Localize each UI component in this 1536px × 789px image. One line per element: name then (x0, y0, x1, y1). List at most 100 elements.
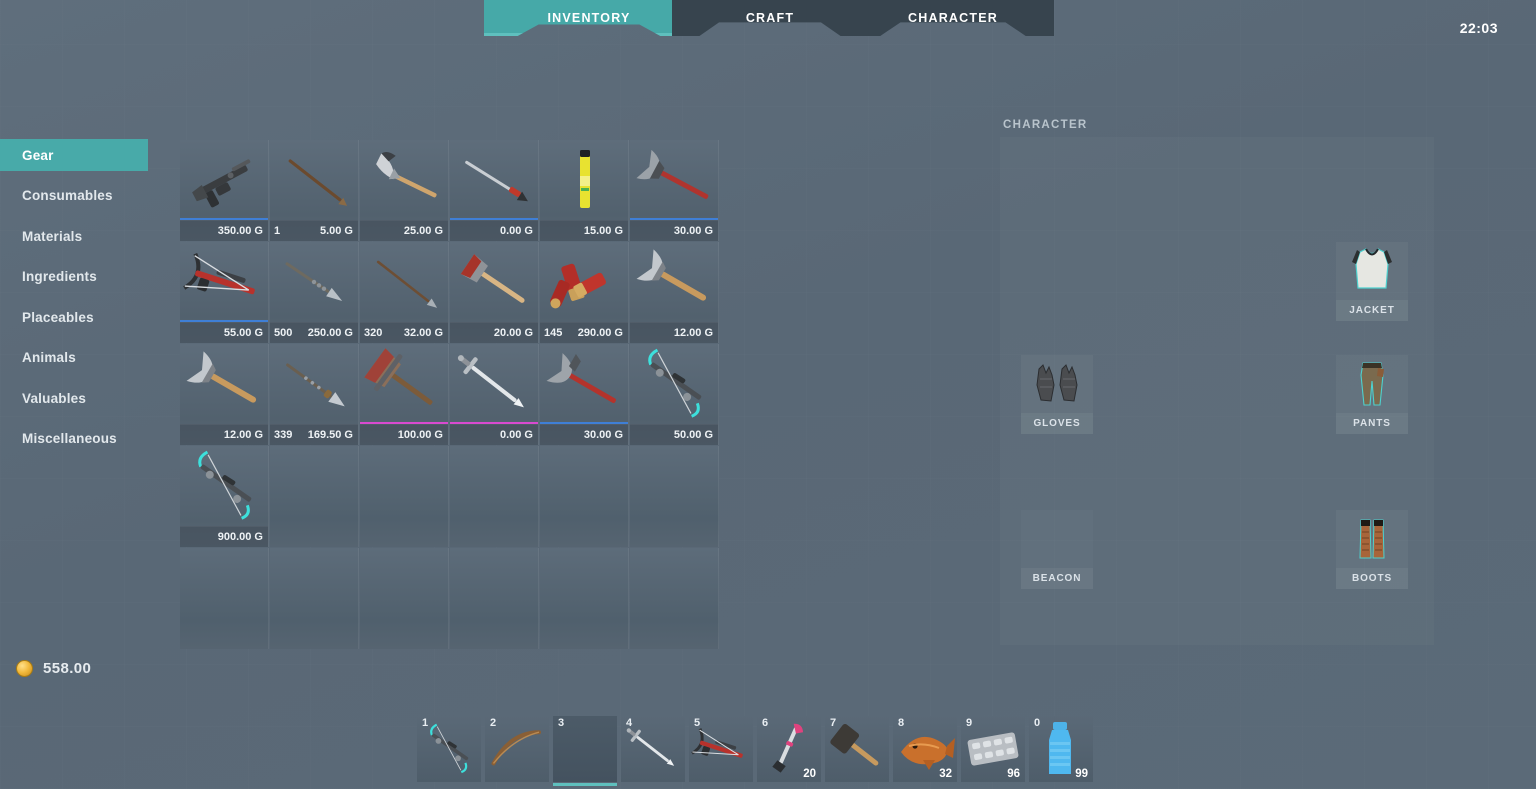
item-price: 169.50 G (307, 429, 353, 441)
inventory-slot-footer: 25.00 G (360, 220, 448, 241)
inventory-slot-filled[interactable]: 30.00 G (630, 140, 719, 241)
equipment-slot-boots[interactable]: BOOTS (1336, 510, 1408, 589)
hotbar-slot-count: 20 (803, 768, 816, 780)
equipment-slot-beacon[interactable]: BEACON (1021, 510, 1093, 589)
hotbar-slot-count: 32 (939, 768, 952, 780)
inventory-slot-empty[interactable] (450, 548, 539, 649)
sidebar-item-valuables[interactable]: Valuables (0, 382, 148, 414)
item-quantity: 500 (274, 327, 293, 339)
hotbar-slot-3[interactable]: 3 (553, 716, 617, 786)
inventory-slot-filled[interactable]: 12.00 G (630, 242, 719, 343)
assault-rifle-icon (180, 140, 268, 220)
inventory-slot-empty[interactable] (540, 446, 629, 547)
sidebar-item-placeables[interactable]: Placeables (0, 301, 148, 333)
wood-axe-icon (180, 344, 268, 424)
tab-craft[interactable]: CRAFT (672, 0, 868, 36)
inventory-slot-filled[interactable]: 900.00 G (180, 446, 269, 547)
hotbar-slot-number: 0 (1034, 717, 1041, 729)
tab-inventory[interactable]: INVENTORY (484, 0, 694, 36)
crossbow-icon (180, 242, 268, 322)
currency-display: 558.00 (16, 660, 91, 677)
sidebar-item-label: Ingredients (22, 269, 97, 284)
sidebar-item-miscellaneous[interactable]: Miscellaneous (0, 423, 148, 455)
inventory-slot-filled[interactable]: 15.00 G (270, 140, 359, 241)
inventory-slot-empty[interactable] (270, 446, 359, 547)
sidebar-item-consumables[interactable]: Consumables (0, 180, 148, 212)
shotgun-shells-icon (540, 242, 628, 322)
hotbar-slot-8[interactable]: 8 32 (893, 716, 957, 782)
inventory-slot-filled[interactable]: 0.00 G (450, 344, 539, 445)
hotbar-selection-indicator (553, 783, 617, 786)
metal-spear-icon (450, 140, 538, 220)
inventory-slot-filled[interactable]: 30.00 G (540, 344, 629, 445)
tab-inventory-label: INVENTORY (547, 11, 631, 25)
item-price: 25.00 G (403, 225, 443, 237)
inventory-slot-filled[interactable]: 50.00 G (630, 344, 719, 445)
inventory-slot-filled[interactable]: 55.00 G (180, 242, 269, 343)
sidebar-item-gear[interactable]: Gear (0, 139, 148, 171)
inventory-slot-footer: 320 32.00 G (360, 322, 448, 343)
inventory-slot-filled[interactable]: 500 250.00 G (270, 242, 359, 343)
hotbar-slot-number: 3 (558, 717, 565, 729)
character-panel: HLT100STA100HUN59THR54DEF40 (1000, 137, 1434, 645)
inventory-slot-empty[interactable] (630, 548, 719, 649)
sidebar-item-ingredients[interactable]: Ingredients (0, 261, 148, 293)
hotbar-slot-7[interactable]: 7 (825, 716, 889, 782)
hotbar-slot-1[interactable]: 1 (417, 716, 481, 782)
item-price: 12.00 G (223, 429, 263, 441)
sidebar-item-materials[interactable]: Materials (0, 220, 148, 252)
category-sidebar: Gear Consumables Materials Ingredients Place… (0, 139, 148, 463)
inventory-slot-empty[interactable] (450, 446, 539, 547)
drill-spear-icon (270, 242, 358, 322)
inventory-slot-filled[interactable]: 350.00 G (180, 140, 269, 241)
inventory-slot-footer: 500 250.00 G (270, 322, 358, 343)
hotbar-slot-number: 9 (966, 717, 973, 729)
inventory-slot-filled[interactable]: 320 32.00 G (360, 242, 449, 343)
inventory-slot-filled[interactable]: 15.00 G (540, 140, 629, 241)
compound-bow-icon (180, 446, 268, 526)
item-price: 15.00 G (583, 225, 623, 237)
inventory-slot-filled[interactable]: 0.00 G (450, 140, 539, 241)
sidebar-item-label: Placeables (22, 309, 94, 325)
hotbar-slot-2[interactable]: 2 (485, 716, 549, 782)
equipment-slot-pants[interactable]: PANTS (1336, 355, 1408, 434)
inventory-slot-footer: 20.00 G (450, 322, 538, 343)
inventory-slot-filled[interactable]: 145 290.00 G (540, 242, 629, 343)
inventory-slot-empty[interactable] (540, 548, 629, 649)
item-quantity: 320 (364, 327, 383, 339)
inventory-slot-footer: 0.00 G (450, 424, 538, 445)
inventory-slot-footer: 12.00 G (630, 322, 718, 343)
sidebar-item-label: Valuables (22, 390, 87, 406)
inventory-slot-filled[interactable]: 20.00 G (450, 242, 539, 343)
inventory-slot-filled[interactable]: 25.00 G (360, 140, 449, 241)
tab-character[interactable]: CHARACTER (852, 0, 1054, 36)
inventory-slot-empty[interactable] (360, 548, 449, 649)
sidebar-item-animals[interactable]: Animals (0, 342, 148, 374)
equipment-slot-gloves[interactable]: GLOVES (1021, 355, 1093, 434)
hotbar-slot-9[interactable]: 9 96 (961, 716, 1025, 782)
inventory-slot-footer: 50.00 G (630, 424, 718, 445)
inventory-slot-filled[interactable]: 12.00 G (180, 344, 269, 445)
inventory-slot-empty[interactable] (360, 446, 449, 547)
inventory-slot-filled[interactable]: 339 169.50 G (270, 344, 359, 445)
inventory-slot-empty[interactable] (630, 446, 719, 547)
item-quantity: 339 (274, 429, 293, 441)
inventory-slot-empty[interactable] (180, 548, 269, 649)
longsword-icon (450, 344, 538, 424)
hotbar-slot-5[interactable]: 5 (689, 716, 753, 782)
inventory-slot-footer: 1 5.00 G (270, 220, 358, 241)
hotbar-slot-number: 1 (422, 717, 429, 729)
item-price: 20.00 G (493, 327, 533, 339)
inventory-slot-footer: 100.00 G (360, 424, 448, 445)
equipment-slot-jacket[interactable]: JACKET (1336, 242, 1408, 321)
inventory-slot-empty[interactable] (270, 548, 359, 649)
ornate-spear-icon (270, 344, 358, 424)
item-price: 30.00 G (583, 429, 623, 441)
item-price: 0.00 G (499, 225, 533, 237)
hotbar-slot-0[interactable]: 0 99 (1029, 716, 1093, 782)
war-hammer-icon (360, 344, 448, 424)
game-clock: 22:03 (1459, 20, 1498, 36)
hotbar-slot-4[interactable]: 4 (621, 716, 685, 782)
inventory-slot-filled[interactable]: 100.00 G (360, 344, 449, 445)
hotbar-slot-6[interactable]: 6 20 (757, 716, 821, 782)
